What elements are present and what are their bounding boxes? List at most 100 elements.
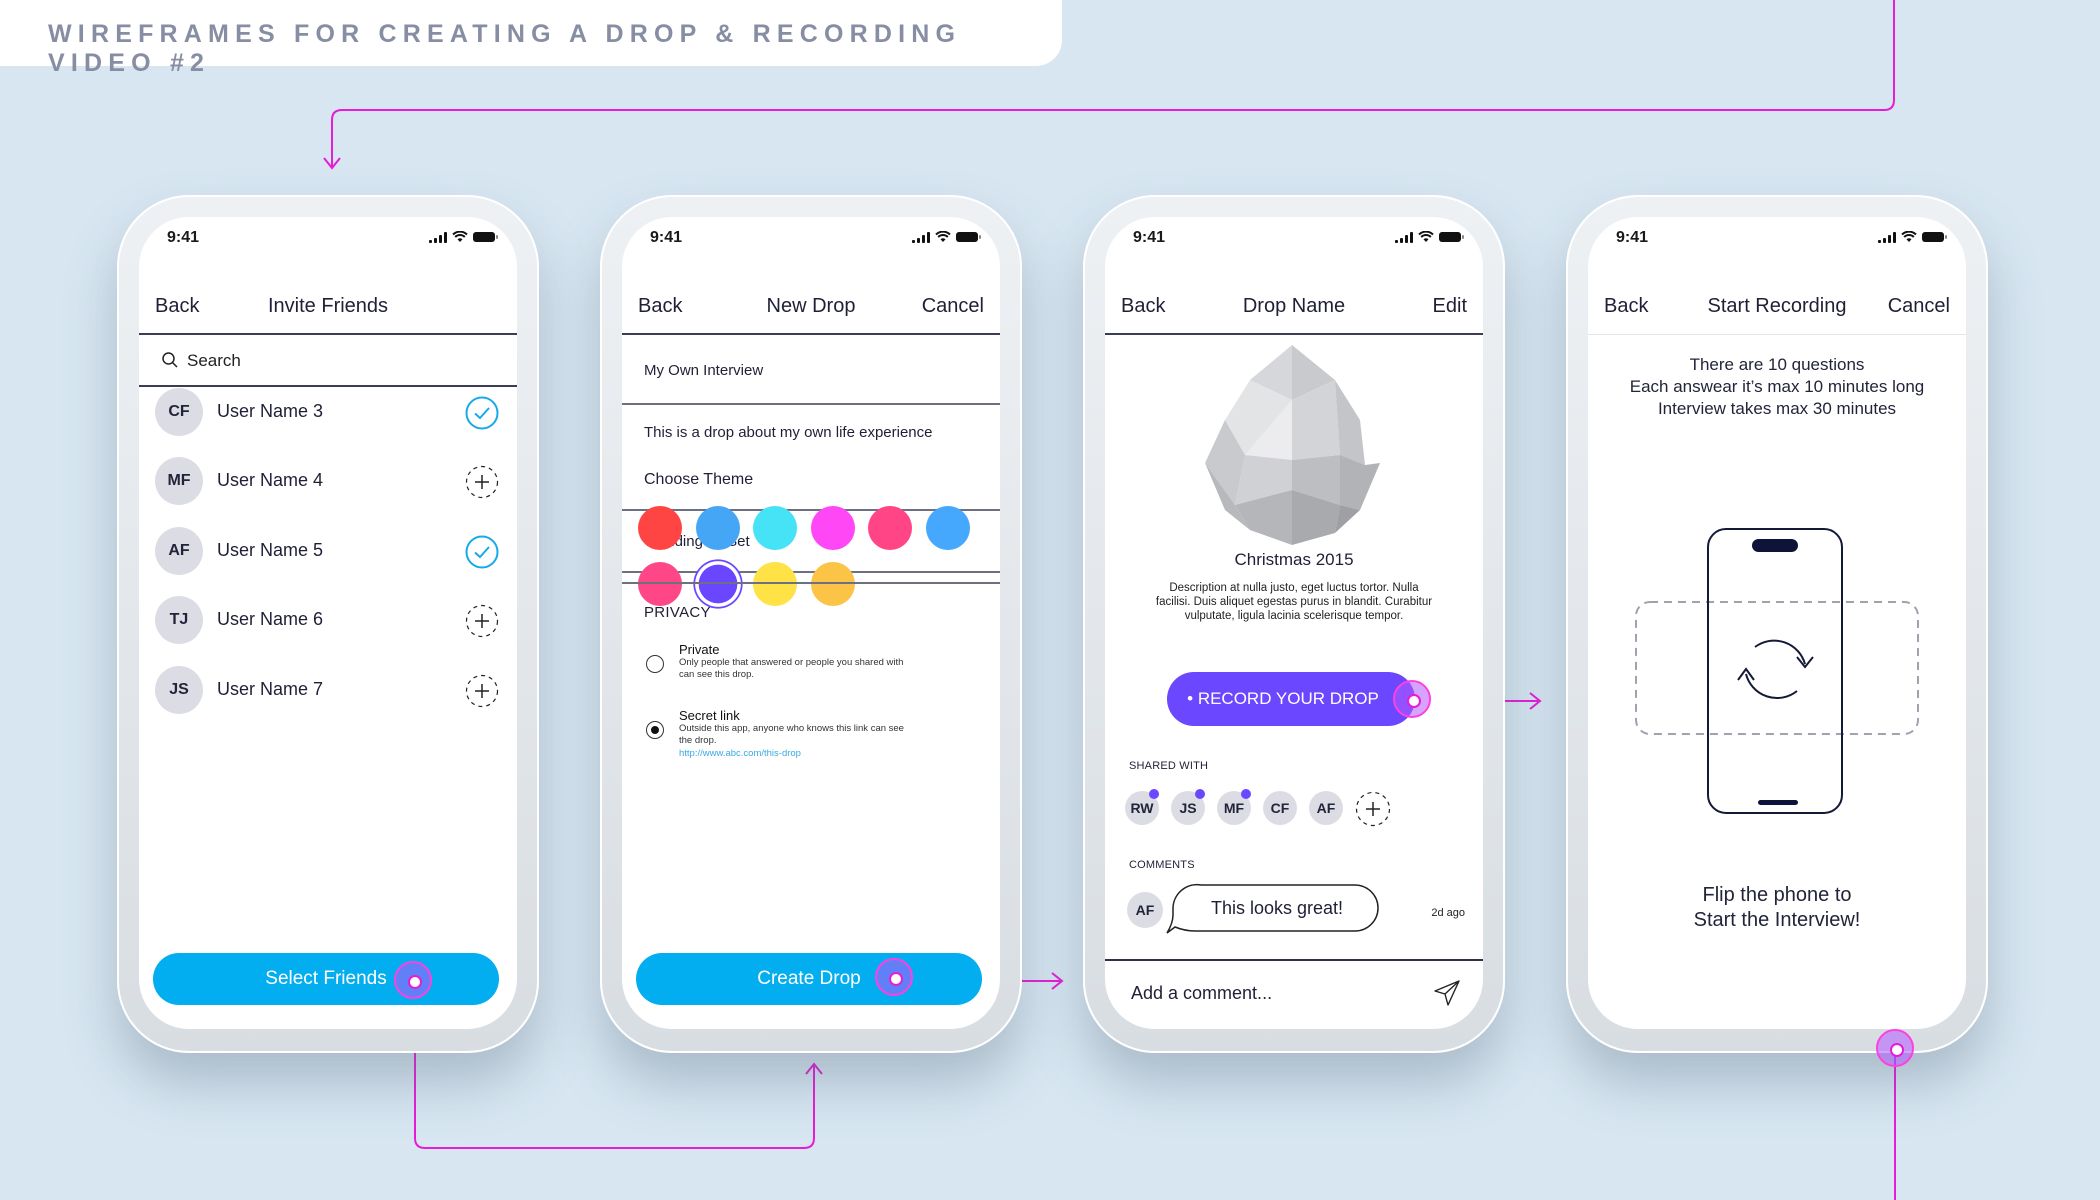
search-input[interactable]: Search: [139, 335, 517, 387]
user-list-item[interactable]: MF User Name 4: [155, 457, 499, 505]
theme-swatch[interactable]: [753, 562, 797, 606]
theme-swatch[interactable]: [810, 562, 855, 606]
secret-link-radio[interactable]: [646, 721, 664, 739]
comment-input[interactable]: Add a comment...: [1105, 959, 1483, 1029]
screen-new-drop: 9:41 Back New Drop Cancel My Own Intervi…: [622, 217, 1000, 1029]
info-line: Interview takes max 30 minutes: [1657, 399, 1897, 418]
notification-dot: [1149, 789, 1159, 799]
shared-with-label: SHARED WITH: [1129, 760, 1209, 772]
avatar-initials: JS: [1179, 800, 1197, 816]
theme-swatch[interactable]: [753, 506, 797, 550]
shared-avatar[interactable]: CF: [1263, 791, 1297, 825]
drop-description-input[interactable]: This is a drop about my own life experie…: [622, 405, 1000, 511]
phone-drop-detail: 9:41 Back Drop Name Edit Christmas 2015 …: [1083, 195, 1505, 1053]
flow-arrow-top: [323, 157, 341, 170]
theme-swatch[interactable]: [638, 562, 682, 606]
shared-avatar[interactable]: MF: [1217, 789, 1251, 825]
battery-icon: [1922, 232, 1947, 242]
info-line: Each answear it’s max 10 minutes long: [1629, 377, 1925, 396]
status-time: 9:41: [650, 229, 683, 246]
theme-swatch[interactable]: [868, 506, 912, 550]
cancel-button[interactable]: Cancel: [922, 295, 984, 318]
status-bar: 9:41: [1588, 217, 1966, 273]
shared-avatar[interactable]: AF: [1309, 791, 1343, 825]
notification-dot: [1241, 789, 1251, 799]
add-user-icon[interactable]: [465, 674, 499, 708]
theme-swatch[interactable]: [638, 506, 682, 550]
theme-swatch[interactable]: [810, 506, 855, 550]
comments-label: COMMENTS: [1129, 859, 1195, 871]
private-option-title: Private: [679, 642, 720, 657]
user-name: User Name 7: [217, 679, 324, 699]
flip-line: Start the Interview!: [1693, 909, 1861, 931]
user-name: User Name 5: [217, 540, 324, 560]
shared-avatar[interactable]: RW: [1125, 789, 1159, 825]
user-name: User Name 3: [217, 401, 324, 421]
theme-swatch[interactable]: [925, 506, 970, 550]
phone-start-recording: 9:41 Back Start Recording Cancel There a…: [1566, 195, 1988, 1067]
avatar-initials: AF: [1316, 800, 1336, 816]
screen-drop-detail: 9:41 Back Drop Name Edit Christmas 2015 …: [1105, 217, 1483, 1029]
phone-invite-friends: 9:41 Back Invite Friends Search CF User …: [117, 195, 539, 1053]
phone-outline-icon: [1707, 528, 1843, 814]
flow-arrow-up: [805, 1062, 823, 1075]
wifi-icon: [1418, 231, 1434, 242]
theme-swatch[interactable]: [698, 564, 737, 604]
drop-name-value: My Own Interview: [644, 362, 764, 379]
status-bar: 9:41: [1105, 217, 1483, 273]
user-name: User Name 6: [217, 609, 324, 629]
user-list-item[interactable]: TJ User Name 6: [155, 596, 499, 644]
record-drop-button[interactable]: • RECORD YOUR DROP: [1167, 672, 1415, 726]
drop-name-input[interactable]: My Own Interview: [622, 335, 1000, 405]
select-friends-button[interactable]: Select Friends: [153, 953, 499, 1005]
send-icon[interactable]: [1433, 979, 1461, 1007]
drop-title: Christmas 2015: [1234, 550, 1354, 569]
status-time: 9:41: [1616, 229, 1649, 246]
screen-start-recording: 9:41 Back Start Recording Cancel There a…: [1588, 217, 1966, 1029]
search-icon: [162, 352, 178, 368]
comment-time: 2d ago: [1431, 907, 1465, 919]
avatar: JS: [155, 666, 203, 714]
comment-text: This looks great!: [1210, 897, 1344, 918]
theme-swatch[interactable]: [695, 506, 740, 550]
drop-description-value: This is a drop about my own life experie…: [644, 424, 933, 441]
landscape-outline: [1635, 601, 1919, 735]
wifi-icon: [452, 231, 468, 242]
signal-icon: [429, 231, 447, 243]
user-list-item[interactable]: JS User Name 7: [155, 666, 499, 714]
avatar: MF: [155, 457, 203, 505]
checkmark-selected-icon[interactable]: [465, 535, 499, 569]
flow-arrow-right-2: [1529, 692, 1542, 710]
tap-indicator: [1876, 1029, 1914, 1067]
shared-avatar[interactable]: JS: [1171, 789, 1205, 825]
comment-placeholder: Add a comment...: [1131, 983, 1273, 1003]
add-user-icon[interactable]: [465, 465, 499, 499]
secret-link-url[interactable]: http://www.abc.com/this-drop: [679, 748, 801, 759]
user-list-item[interactable]: AF User Name 5: [155, 527, 499, 575]
battery-icon: [956, 232, 981, 242]
select-friends-label: Select Friends: [265, 968, 387, 989]
nav-bar: Back Start Recording Cancel: [1588, 273, 1966, 335]
nav-title: Drop Name: [1242, 295, 1346, 317]
nav-bar: Back Invite Friends: [139, 273, 517, 335]
avatar-initials: CF: [1270, 800, 1290, 816]
avatar-initials: RW: [1130, 800, 1154, 816]
cancel-button[interactable]: Cancel: [1888, 295, 1950, 318]
phone-notch: [1752, 539, 1798, 552]
edit-button[interactable]: Edit: [1433, 295, 1467, 318]
recording-info: There are 10 questions Each answear it’s…: [1588, 354, 1966, 420]
divider: [622, 582, 1000, 584]
page-title-tab: WIREFRAMES FOR CREATING A DROP & RECORDI…: [0, 0, 1062, 77]
nav-bar: Back Drop Name Edit: [1105, 273, 1483, 335]
phone-new-drop: 9:41 Back New Drop Cancel My Own Intervi…: [600, 195, 1022, 1053]
search-placeholder: Search: [187, 351, 241, 370]
add-user-icon[interactable]: [465, 604, 499, 638]
drop-gem-image: [1205, 345, 1380, 545]
battery-icon: [473, 232, 498, 242]
avatar: TJ: [155, 596, 203, 644]
private-radio[interactable]: [646, 655, 664, 673]
checkmark-selected-icon[interactable]: [465, 396, 499, 430]
user-list-item[interactable]: CF User Name 3: [155, 388, 499, 436]
add-share-icon[interactable]: [1355, 791, 1391, 827]
create-drop-button[interactable]: Create Drop: [636, 953, 982, 1005]
